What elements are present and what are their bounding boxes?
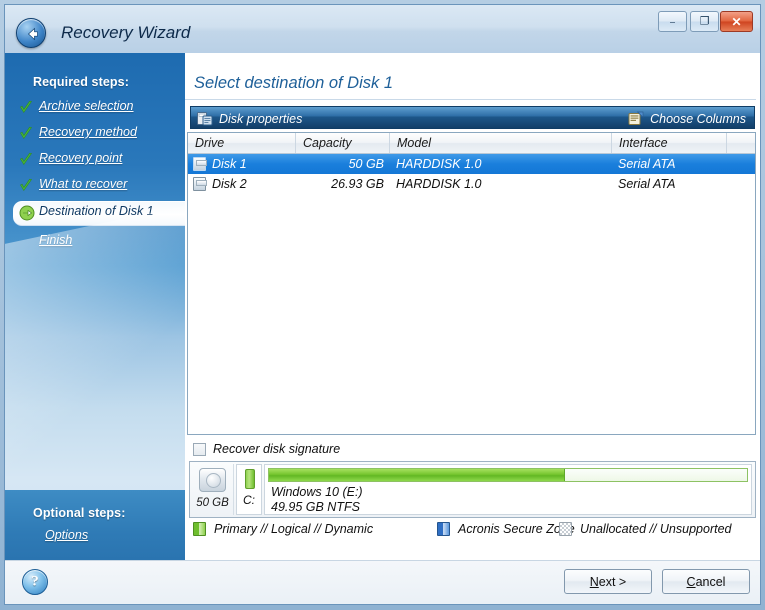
required-steps-heading: Required steps: bbox=[33, 75, 129, 89]
next-button[interactable]: Next > bbox=[564, 569, 652, 594]
page-title: Select destination of Disk 1 bbox=[194, 74, 394, 92]
legend-item-primary: Primary // Logical // Dynamic bbox=[193, 522, 373, 536]
help-question-icon[interactable]: ? bbox=[22, 569, 48, 595]
disk-map-disk-cell: 50 GB bbox=[192, 464, 234, 515]
partition-usage-bar bbox=[268, 468, 748, 482]
recover-disk-signature-checkbox[interactable] bbox=[193, 442, 206, 456]
window-frame: Recovery Wizard – ❐ ✕ Required steps: Ar… bbox=[4, 4, 761, 605]
column-header-extra[interactable] bbox=[727, 133, 755, 153]
sidebar-item-label: Archive selection bbox=[39, 99, 134, 113]
back-arrow-icon[interactable] bbox=[16, 18, 46, 48]
minimize-icon: – bbox=[669, 16, 675, 26]
partition-usage-fill bbox=[269, 469, 566, 481]
table-row[interactable]: Disk 1 50 GB HARDDISK 1.0 Serial ATA bbox=[188, 154, 755, 174]
table-header-row: Drive Capacity Model Interface bbox=[188, 133, 755, 154]
title-bar: Recovery Wizard – ❐ ✕ bbox=[5, 5, 760, 53]
legend-swatch-blue-icon bbox=[437, 522, 450, 536]
wizard-sidebar: Required steps: Archive selection Recove… bbox=[5, 53, 185, 560]
disk-map-partition[interactable]: Windows 10 (E:) 49.95 GB NTFS bbox=[264, 464, 752, 515]
cancel-button-label: Cancel bbox=[686, 574, 726, 589]
window-body: Required steps: Archive selection Recove… bbox=[5, 53, 760, 604]
legend-swatch-hatched-icon bbox=[559, 522, 572, 536]
column-header-interface[interactable]: Interface bbox=[612, 133, 727, 153]
maximize-restore-button[interactable]: ❐ bbox=[690, 11, 719, 32]
disk-map-drive-letter: C: bbox=[243, 493, 255, 507]
choose-columns-button[interactable]: Choose Columns bbox=[628, 107, 746, 130]
disk-map-volume-info: 49.95 GB NTFS bbox=[271, 500, 360, 514]
disk-map-system-partition[interactable]: C: bbox=[236, 464, 262, 515]
legend-label: Unallocated // Unsupported bbox=[580, 522, 732, 536]
sidebar-item-what-to-recover[interactable]: What to recover bbox=[5, 175, 185, 198]
main-panel: Select destination of Disk 1 Disk proper… bbox=[185, 53, 760, 560]
cell-drive: Disk 2 bbox=[212, 177, 247, 191]
sidebar-optional-band bbox=[5, 490, 185, 560]
close-icon: ✕ bbox=[731, 14, 742, 29]
column-header-model[interactable]: Model bbox=[390, 133, 612, 153]
hard-disk-icon bbox=[199, 468, 226, 492]
next-button-label: Next > bbox=[589, 574, 627, 589]
title-divider bbox=[185, 99, 756, 100]
sidebar-item-destination-of-disk-1[interactable]: Destination of Disk 1 bbox=[13, 201, 185, 226]
minimize-button[interactable]: – bbox=[658, 11, 687, 32]
disk-map-volume-name: Windows 10 (E:) bbox=[271, 485, 363, 499]
application-window: Recovery Wizard – ❐ ✕ Required steps: Ar… bbox=[0, 0, 765, 610]
maximize-icon: ❐ bbox=[699, 15, 710, 27]
cancel-button[interactable]: Cancel bbox=[662, 569, 750, 594]
help-glyph: ? bbox=[31, 573, 39, 590]
disk-icon bbox=[193, 177, 207, 191]
sidebar-item-recovery-method[interactable]: Recovery method bbox=[5, 123, 185, 146]
cell-interface: Serial ATA bbox=[618, 157, 676, 171]
window-title: Recovery Wizard bbox=[61, 23, 191, 42]
sidebar-item-label: What to recover bbox=[39, 177, 128, 191]
column-header-drive[interactable]: Drive bbox=[188, 133, 296, 153]
recover-disk-signature-row[interactable]: Recover disk signature bbox=[193, 442, 340, 456]
recover-disk-signature-label: Recover disk signature bbox=[213, 442, 341, 456]
green-check-icon bbox=[19, 178, 33, 194]
cell-model: HARDDISK 1.0 bbox=[396, 157, 482, 171]
choose-columns-icon bbox=[628, 111, 644, 126]
sidebar-item-label: Recovery point bbox=[39, 151, 123, 165]
disk-map-disk-size: 50 GB bbox=[196, 497, 229, 509]
cell-interface: Serial ATA bbox=[618, 177, 676, 191]
legend-item-unallocated: Unallocated // Unsupported bbox=[559, 522, 731, 536]
disk-properties-icon bbox=[197, 111, 213, 126]
close-button[interactable]: ✕ bbox=[720, 11, 753, 32]
disk-toolbar: Disk properties Choose Columns bbox=[190, 106, 755, 129]
sidebar-item-options[interactable]: Options bbox=[45, 528, 88, 542]
disk-table: Drive Capacity Model Interface Disk 1 50… bbox=[187, 132, 756, 435]
legend-swatch-green-icon bbox=[193, 522, 206, 536]
legend-label: Primary // Logical // Dynamic bbox=[214, 522, 374, 536]
green-check-icon bbox=[19, 152, 33, 168]
partition-bar-small bbox=[245, 469, 255, 489]
sidebar-item-label: Finish bbox=[39, 233, 73, 247]
sidebar-item-label: Destination of Disk 1 bbox=[39, 204, 154, 218]
table-row[interactable]: Disk 2 26.93 GB HARDDISK 1.0 Serial ATA bbox=[188, 174, 755, 194]
sidebar-item-archive-selection[interactable]: Archive selection bbox=[5, 97, 185, 120]
cell-model: HARDDISK 1.0 bbox=[396, 177, 482, 191]
column-header-capacity[interactable]: Capacity bbox=[296, 133, 390, 153]
optional-steps-heading: Optional steps: bbox=[33, 506, 126, 520]
disk-properties-label: Disk properties bbox=[219, 111, 303, 126]
dialog-footer: ? Next > Cancel bbox=[5, 560, 760, 604]
sidebar-item-label: Recovery method bbox=[39, 125, 137, 139]
legend-item-secure-zone: Acronis Secure Zone bbox=[437, 522, 575, 536]
legend-label: Acronis Secure Zone bbox=[458, 522, 575, 536]
green-check-icon bbox=[19, 100, 33, 116]
sidebar-item-finish[interactable]: Finish bbox=[5, 231, 185, 254]
disk-properties-button[interactable]: Disk properties bbox=[197, 107, 302, 130]
cell-capacity: 50 GB bbox=[348, 157, 384, 171]
cell-drive: Disk 1 bbox=[212, 157, 247, 171]
cell-capacity: 26.93 GB bbox=[331, 177, 384, 191]
green-check-icon bbox=[19, 126, 33, 142]
disk-icon bbox=[193, 157, 207, 171]
choose-columns-label: Choose Columns bbox=[650, 111, 746, 126]
disk-map: 50 GB C: Windows 10 (E:) 49.95 GB NTFS bbox=[189, 461, 756, 518]
disk-map-legend: Primary // Logical // Dynamic Acronis Se… bbox=[189, 522, 756, 542]
sidebar-item-recovery-point[interactable]: Recovery point bbox=[5, 149, 185, 172]
green-arrow-icon bbox=[19, 205, 35, 221]
